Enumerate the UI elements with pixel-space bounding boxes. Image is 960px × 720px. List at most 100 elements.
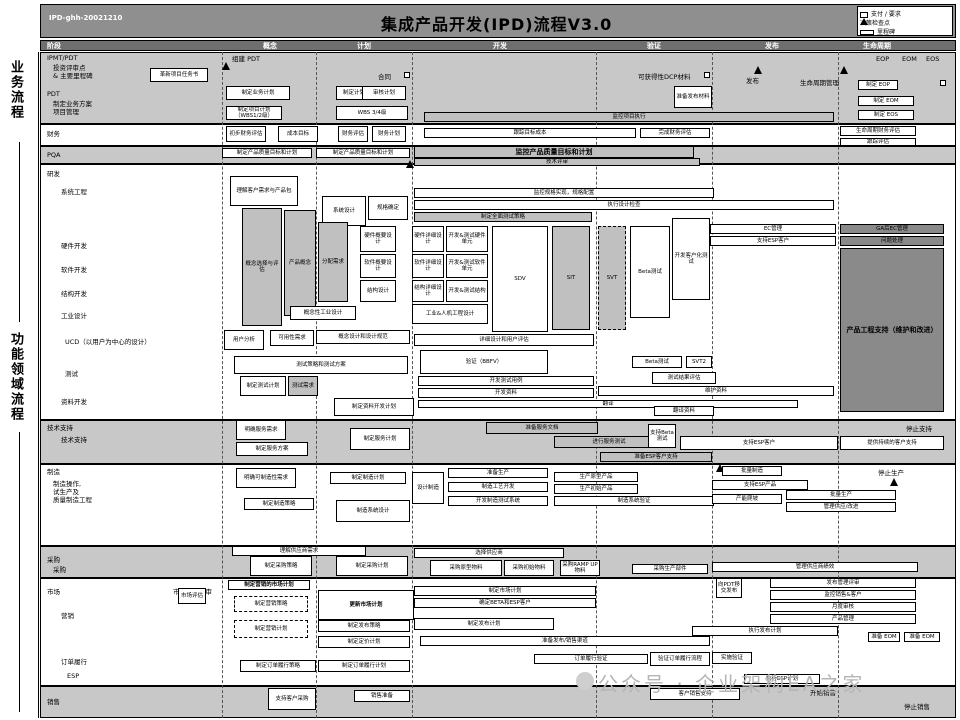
- milestone-label: 发布: [746, 77, 759, 85]
- legend-label: 里程碑: [877, 29, 896, 36]
- task-box: 制定产品质量目标和计划: [316, 148, 410, 158]
- task-box: 工业&人机工程设计: [412, 304, 488, 324]
- task-box: 制定 EOS: [858, 110, 914, 120]
- phase-label: 生命周期: [863, 42, 891, 50]
- task-box: 采购初始物料: [504, 560, 554, 576]
- task-box: 财务评估: [338, 126, 368, 142]
- decision-square: [940, 80, 946, 86]
- lane-label: 研发: [47, 170, 60, 178]
- watermark-text: 公众号 · 企业架构EA之家: [598, 672, 866, 696]
- checkpoint-triangle: [890, 478, 898, 486]
- task-box: 制定服务计划: [350, 428, 410, 450]
- task-box: 规格确定: [368, 196, 408, 220]
- task-bar: 监控项目执行: [424, 112, 834, 122]
- lane-label: 采购: [47, 556, 60, 564]
- task-bar: 详细设计和用户评估: [414, 334, 594, 346]
- lane-label: 质量制造工程: [53, 496, 92, 504]
- task-box: 批量制造: [722, 466, 782, 476]
- phase-label: 验证: [647, 42, 661, 50]
- task-box: 审核计划: [362, 86, 406, 100]
- task-box: 制定 EOM: [858, 96, 914, 106]
- task-box: 制定制造计划: [330, 472, 406, 484]
- task-box: 验证（BBFV）: [420, 350, 548, 374]
- task-box: 明确服务需求: [236, 420, 286, 440]
- task-box: 设计制造: [412, 472, 444, 504]
- task-box: 产品概念: [284, 210, 316, 316]
- lane-label: & 主要里程碑: [53, 72, 93, 80]
- task-box: 制定 EOP: [858, 80, 898, 90]
- lane-label: 试生产及: [53, 488, 79, 496]
- task-box: 软件概要设计: [360, 254, 396, 278]
- decision-square: [404, 72, 410, 78]
- milestone-label: 组建 PDT: [232, 55, 260, 63]
- task-bar: 技术评审: [414, 158, 700, 166]
- lane-label: 财务: [47, 130, 60, 138]
- legend-item-milestone: 里程碑: [860, 27, 895, 36]
- lane-label: 技术支持: [47, 424, 73, 432]
- lane-label: UCD（以用户为中心的设计）: [65, 338, 151, 346]
- ipd-process-diagram: IPD-ghh-20021210 集成产品开发(IPD)流程V3.0 支付 / …: [0, 0, 960, 720]
- checkpoint-triangle: [222, 62, 230, 70]
- lane-label: 采购: [53, 566, 66, 574]
- task-bar: 准备发布/销售渠道: [420, 636, 710, 646]
- lane-label: IPMT/PDT: [47, 54, 78, 62]
- left-category-column: 业务流程 功能领域流程: [0, 52, 39, 718]
- task-bar: 准备ESP客户支持: [600, 452, 712, 462]
- task-box: 制定营销策略: [234, 596, 308, 612]
- task-bar: 支持ESP客户: [680, 436, 838, 450]
- arrow-line: [19, 432, 20, 712]
- task-bar: 开发制造测试系统: [448, 496, 548, 506]
- task-box: 制定资料开发计划: [334, 398, 414, 416]
- task-bar: 制定发布计划: [414, 618, 554, 630]
- task-box: 革新项目任务书: [150, 68, 208, 82]
- task-box: 概念设计和设计规范: [316, 330, 410, 344]
- task-box: 明确可制造性需求: [236, 468, 296, 488]
- task-bar: 执行设计检查: [414, 200, 834, 210]
- task-bar: 问题处理: [840, 236, 944, 246]
- task-bar: 制造工艺开发: [448, 482, 548, 492]
- task-bar: 批量生产: [786, 490, 896, 500]
- task-bar: 准备生产: [448, 468, 548, 478]
- task-bar: 月度审核: [770, 602, 916, 612]
- watermark-logo-icon: [576, 672, 594, 690]
- task-box: 测试策略和测试方案: [234, 356, 408, 374]
- task-bar: 订单履行验证: [534, 654, 648, 664]
- task-box: 硬件概要设计: [360, 226, 396, 252]
- task-box: 制定订单履行计划: [318, 660, 410, 672]
- task-box: 分配需求: [318, 222, 348, 302]
- phase-label: 概念: [263, 42, 277, 50]
- task-bar: 翻译: [418, 400, 798, 408]
- task-bar: 产能爬坡: [712, 494, 782, 504]
- task-box: 验证订单履行流程: [650, 652, 710, 666]
- task-box: 结构设计: [360, 280, 396, 302]
- task-bar: GA后EC管理: [840, 224, 944, 234]
- document-id: IPD-ghh-20021210: [49, 14, 123, 22]
- task-box: 更新市场计划: [318, 590, 414, 620]
- task-bar: 监控规格实现，规格配置: [414, 188, 714, 198]
- task-box: 测试结果评估: [652, 372, 716, 384]
- lane-label: 市场: [47, 588, 60, 596]
- legend: 支付 / 要求 决策检查点 里程碑: [857, 6, 953, 36]
- lane-label: 订单履行: [61, 658, 87, 666]
- task-box: 准备 EOM: [904, 632, 940, 642]
- task-bar: 完成财务评估: [640, 128, 710, 138]
- task-box: 制定订单履行策略: [240, 660, 316, 672]
- lane-label: 项目管理: [53, 108, 79, 116]
- lane-label: 测试: [65, 370, 78, 378]
- milestone-label: EOM: [902, 55, 917, 63]
- task-box: 制定营销计划: [234, 620, 308, 638]
- lane-label: 制造: [47, 468, 60, 476]
- task-box: 制定制造策略: [244, 498, 314, 510]
- lane-label: 系统工程: [61, 188, 87, 196]
- task-box: 结构详细设计: [412, 280, 444, 302]
- task-box: 销售准备: [354, 690, 410, 702]
- legend-item-checkpoint: 决策检查点: [860, 18, 890, 27]
- task-bar: 支持ESP客户: [710, 236, 836, 246]
- task-bar: 采购生产部件: [632, 564, 708, 574]
- task-box: 可用性需求: [270, 330, 314, 346]
- lane-label: 制定业务方案: [53, 100, 92, 108]
- task-box: 硬件详细设计: [412, 226, 444, 252]
- task-bar: 监控产品质量目标和计划: [414, 146, 694, 158]
- lane-label: 营销: [61, 612, 74, 620]
- phase-label: 开发: [493, 42, 507, 50]
